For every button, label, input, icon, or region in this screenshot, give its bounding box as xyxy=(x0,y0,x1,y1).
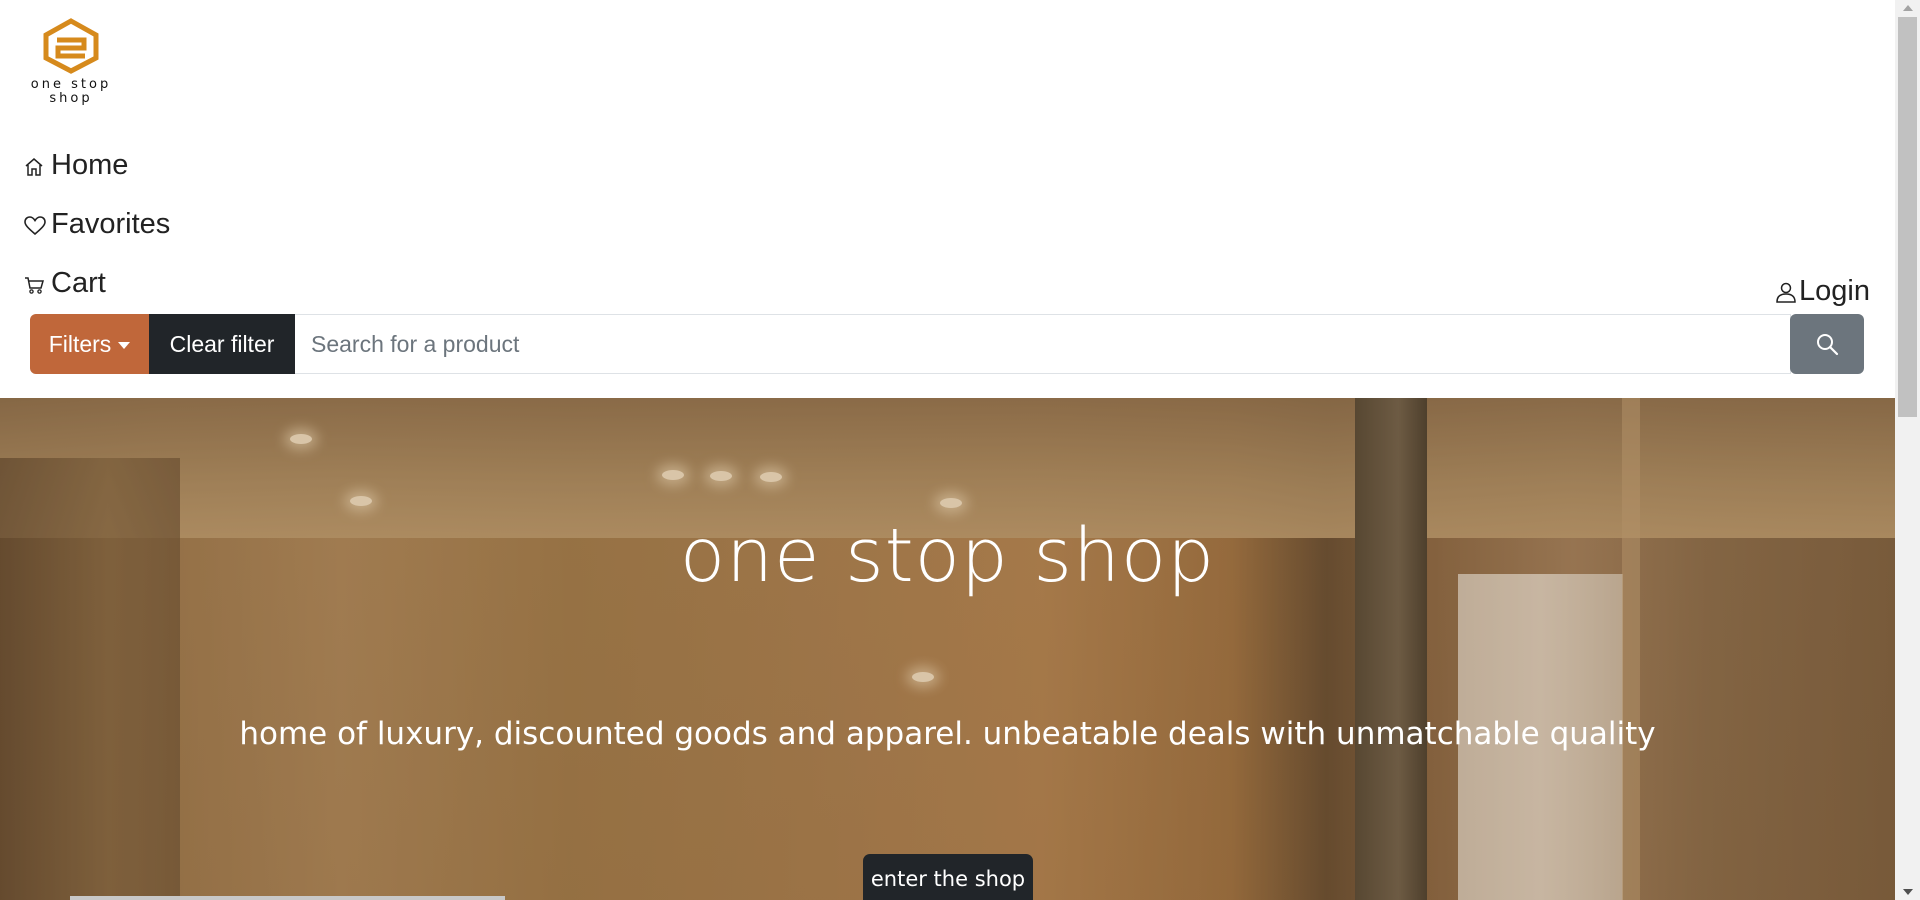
nav-item-cart-label: Cart xyxy=(51,267,106,299)
caret-down-icon xyxy=(118,341,131,349)
nav-item-cart[interactable]: Cart xyxy=(24,254,170,313)
vertical-scrollbar[interactable] xyxy=(1895,0,1920,900)
filters-dropdown-button[interactable]: Filters xyxy=(30,314,149,374)
enter-shop-button[interactable]: enter the shop xyxy=(863,854,1033,900)
clear-filter-button[interactable]: Clear filter xyxy=(149,314,295,374)
nav-item-home-label: Home xyxy=(51,149,129,181)
nav-item-favorites[interactable]: Favorites xyxy=(24,195,170,254)
logo-text: one stop shop xyxy=(30,77,112,106)
hero-banner: one stop shop home of luxury, discounted… xyxy=(0,398,1895,900)
hero-title: one stop shop xyxy=(679,513,1216,599)
horizontal-scroll-indicator[interactable] xyxy=(70,896,505,900)
login-label: Login xyxy=(1799,275,1870,307)
nav-item-favorites-label: Favorites xyxy=(51,208,171,240)
login-link[interactable]: Login xyxy=(1775,275,1870,308)
nav-item-home[interactable]: Home xyxy=(24,136,170,195)
search-button[interactable] xyxy=(1790,314,1864,374)
scroll-down-arrow-icon[interactable] xyxy=(1903,889,1913,895)
person-icon xyxy=(1775,281,1797,303)
magnifier-icon xyxy=(1817,334,1839,356)
search-bar: Filters Clear filter xyxy=(30,314,1864,374)
logo-hexagon-icon xyxy=(43,18,99,74)
cart-icon xyxy=(24,273,46,295)
search-input[interactable] xyxy=(295,314,1791,374)
house-icon xyxy=(24,155,46,177)
heart-icon xyxy=(24,214,46,236)
main-nav: Home Favorites Cart xyxy=(24,136,170,313)
hero-overlay xyxy=(0,398,1895,900)
hero-subtitle: home of luxury, discounted goods and app… xyxy=(239,716,1656,752)
scroll-thumb[interactable] xyxy=(1898,17,1917,417)
scroll-up-arrow-icon[interactable] xyxy=(1903,5,1913,11)
filters-label: Filters xyxy=(48,330,112,357)
logo[interactable]: one stop shop xyxy=(24,18,118,106)
